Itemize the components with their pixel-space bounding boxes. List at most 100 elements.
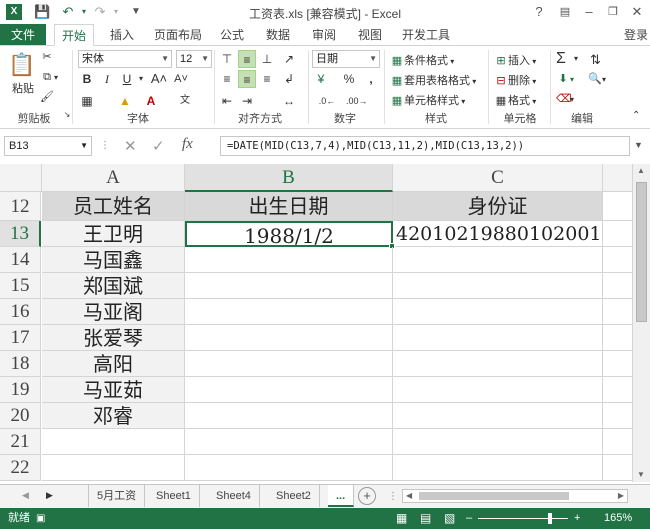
cell-empty[interactable] xyxy=(603,351,632,377)
cell-a17[interactable]: 张爱琴 xyxy=(42,325,185,351)
restore-icon[interactable]: ❐ xyxy=(604,3,622,21)
cell-a15[interactable]: 郑国斌 xyxy=(42,273,185,299)
enter-icon[interactable]: ✓ xyxy=(152,137,165,155)
tab-data[interactable]: 数据 xyxy=(260,24,296,46)
row-header[interactable]: 17 xyxy=(0,325,41,351)
scroll-right-icon[interactable]: ▶ xyxy=(618,491,624,500)
wrap-text-icon[interactable]: ↲ xyxy=(280,70,298,88)
cell-c20[interactable] xyxy=(393,403,603,429)
select-all-corner[interactable] xyxy=(0,164,42,192)
align-middle-icon[interactable]: ≡ xyxy=(238,50,256,68)
zoom-in-icon[interactable]: + xyxy=(574,508,580,529)
number-format-combo[interactable]: 日期 ▼ xyxy=(312,50,380,68)
format-cells-button[interactable]: ▦ 格式 ▾ xyxy=(494,92,536,108)
expand-formula-icon[interactable]: ▼ xyxy=(634,140,643,150)
autosum-button[interactable]: Σ xyxy=(556,50,566,68)
fill-color-icon[interactable]: ▲ xyxy=(116,92,134,110)
decrease-decimal-icon[interactable]: .00→ xyxy=(346,92,368,110)
ribbon-options-icon[interactable]: ▤ xyxy=(556,3,574,21)
row-header[interactable]: 19 xyxy=(0,377,41,403)
sheet-tab-sheet4[interactable]: Sheet4 xyxy=(208,485,260,507)
close-icon[interactable]: ✕ xyxy=(628,3,646,21)
vertical-scrollbar[interactable]: ▲ ▼ xyxy=(632,164,650,482)
formula-input[interactable]: =DATE(MID(C13,7,4),MID(C13,11,2),MID(C13… xyxy=(220,136,630,156)
next-sheet-icon[interactable]: ▶ xyxy=(46,490,53,501)
merge-center-icon[interactable]: ↔ xyxy=(280,92,298,110)
conditional-format-button[interactable]: ▦ 条件格式 ▾ xyxy=(390,52,454,68)
cell-b19[interactable] xyxy=(185,377,393,403)
cell-empty[interactable] xyxy=(603,429,632,455)
cell-a12[interactable]: 员工姓名 xyxy=(42,192,185,221)
zoom-level[interactable]: 165% xyxy=(604,508,632,529)
sort-filter-icon[interactable]: ⇅ xyxy=(590,52,601,68)
align-left-icon[interactable]: ≡ xyxy=(218,70,236,88)
paste-button[interactable]: 粘贴 xyxy=(12,80,34,96)
sheet-tab-5月工资[interactable]: 5月工资 xyxy=(88,485,146,507)
cell-empty[interactable] xyxy=(603,325,632,351)
sheet-tab-sheet2[interactable]: Sheet2 xyxy=(268,485,320,507)
cell-c15[interactable] xyxy=(393,273,603,299)
underline-dropdown-icon[interactable]: ▾ xyxy=(136,70,146,88)
underline-button[interactable]: U xyxy=(118,70,136,88)
italic-button[interactable]: I xyxy=(98,70,116,88)
cell-b22[interactable] xyxy=(185,455,393,481)
format-painter-icon[interactable]: 🖌 xyxy=(40,90,54,104)
percent-button[interactable]: % xyxy=(340,70,358,88)
normal-view-icon[interactable]: ▦ xyxy=(396,508,407,529)
tab-page-layout[interactable]: 页面布局 xyxy=(150,24,206,46)
cell-b18[interactable] xyxy=(185,351,393,377)
font-size-combo[interactable]: 12 ▼ xyxy=(176,50,212,68)
cell-b16[interactable] xyxy=(185,299,393,325)
cell-c19[interactable] xyxy=(393,377,603,403)
scroll-thumb[interactable] xyxy=(636,182,647,322)
horizontal-scrollbar[interactable]: ◀ ▶ xyxy=(402,489,628,503)
find-select-icon[interactable]: 🔍▾ xyxy=(588,72,606,86)
column-header-a[interactable]: A xyxy=(42,164,185,192)
cell-empty[interactable] xyxy=(603,403,632,429)
cell-empty[interactable] xyxy=(603,377,632,403)
scroll-left-icon[interactable]: ◀ xyxy=(406,491,412,500)
tab-developer[interactable]: 开发工具 xyxy=(398,24,454,46)
macro-record-icon[interactable]: ▣ xyxy=(36,508,45,529)
name-box[interactable]: B13 ▼ xyxy=(4,136,92,156)
align-right-icon[interactable]: ≡ xyxy=(258,70,276,88)
prev-sheet-icon[interactable]: ◀ xyxy=(22,490,29,501)
align-bottom-icon[interactable]: ⊥ xyxy=(258,50,276,68)
cell-c16[interactable] xyxy=(393,299,603,325)
row-header[interactable]: 15 xyxy=(0,273,41,299)
cell-a19[interactable]: 马亚茹 xyxy=(42,377,185,403)
collapse-ribbon-icon[interactable]: ⌃ xyxy=(632,110,640,121)
row-header[interactable]: 21 xyxy=(0,429,41,455)
active-cell-b13[interactable]: 1988/1/2 xyxy=(185,221,393,247)
bold-button[interactable]: B xyxy=(78,70,96,88)
decrease-indent-icon[interactable]: ⇤ xyxy=(218,92,236,110)
font-grow-icon[interactable]: A˄ xyxy=(150,70,168,88)
accounting-format-icon[interactable]: ¥ xyxy=(312,70,330,88)
cell-empty[interactable] xyxy=(603,192,632,221)
row-header[interactable]: 14 xyxy=(0,247,41,273)
scroll-down-icon[interactable]: ▼ xyxy=(637,470,645,479)
cell-a21[interactable] xyxy=(42,429,185,455)
cell-a13[interactable]: 王卫明 xyxy=(42,221,185,247)
copy-icon[interactable]: ⧉ ▾ xyxy=(40,70,58,84)
cell-c13[interactable]: 420102198801020017 xyxy=(393,221,603,247)
tab-insert[interactable]: 插入 xyxy=(104,24,140,46)
format-as-table-button[interactable]: ▦ 套用表格格式 ▾ xyxy=(390,72,476,88)
cell-b12[interactable]: 出生日期 xyxy=(185,192,393,221)
row-header[interactable]: 13 xyxy=(0,221,41,247)
comma-button[interactable]: , xyxy=(362,70,380,88)
cell-c14[interactable] xyxy=(393,247,603,273)
new-sheet-icon[interactable]: + xyxy=(358,487,376,505)
cell-b20[interactable] xyxy=(185,403,393,429)
cell-c21[interactable] xyxy=(393,429,603,455)
column-header-c[interactable]: C xyxy=(393,164,603,192)
scroll-up-icon[interactable]: ▲ xyxy=(637,166,645,175)
cell-empty[interactable] xyxy=(603,247,632,273)
cell-a18[interactable]: 高阳 xyxy=(42,351,185,377)
paste-icon[interactable]: 📋 xyxy=(8,52,35,78)
clear-icon[interactable]: ⌫▾ xyxy=(556,92,574,106)
cell-a20[interactable]: 邓睿 xyxy=(42,403,185,429)
cell-c18[interactable] xyxy=(393,351,603,377)
help-button[interactable]: ? xyxy=(530,3,548,21)
cell-empty[interactable] xyxy=(603,299,632,325)
